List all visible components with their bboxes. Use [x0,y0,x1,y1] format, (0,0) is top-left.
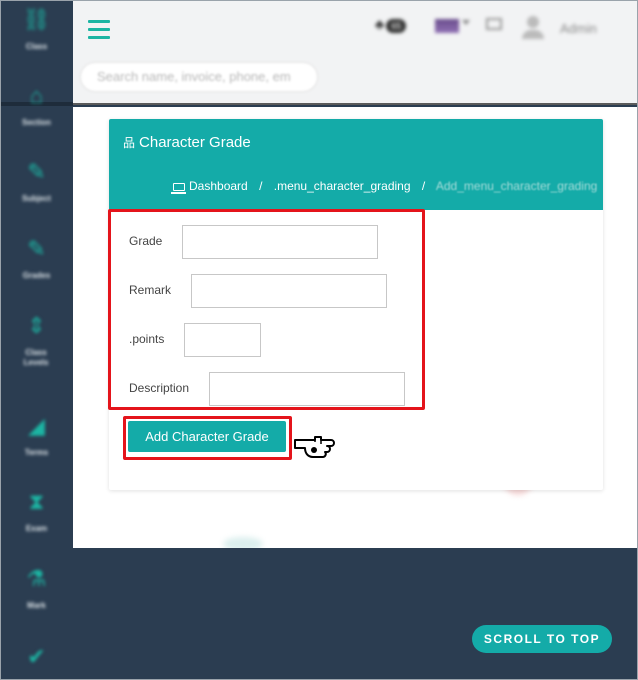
flask-icon: ⚗ [26,566,47,591]
notifications-button[interactable]: ♣ 65 [375,16,415,36]
edit-icon: ✎ [27,236,46,261]
sidebar-item-label: Mark [27,601,46,610]
sitemap-icon: 品 [123,136,136,150]
add-character-grade-button[interactable]: Add Character Grade [128,421,286,452]
breadcrumb-current: Add_menu_character_grading [435,179,598,193]
sidebar-item-class[interactable]: ⛓ Class [0,8,73,52]
sidebar-item-exam[interactable]: ⧗ Exam [0,490,73,534]
background-decoration [223,537,263,548]
sitemap-icon: ⛓ [22,7,51,32]
sidebar-item-label: Subject [22,194,51,203]
sidebar-item-label: Section [22,118,51,127]
main-content: 品 Character Grade Dashboard / .menu_chara… [73,107,638,548]
character-grade-card: 品 Character Grade Dashboard / .menu_chara… [108,119,603,490]
breadcrumb-dashboard[interactable]: Dashboard [189,179,248,193]
sidebar-item-check[interactable]: ✔ [0,645,73,669]
notification-badge: 65 [386,19,407,33]
sidebar-item-label: Terms [24,448,49,457]
avatar[interactable] [522,16,544,40]
scroll-to-top-button[interactable]: SCROLL TO TOP [472,625,612,653]
sidebar-item-label: Grades [22,271,51,280]
bell-icon: ♣ [375,16,385,32]
description-field[interactable] [209,372,405,406]
page-title-text: Character Grade [139,134,251,151]
remark-field[interactable] [191,274,387,308]
sidebar-item-label: Class [25,42,48,51]
sidebar-item-mark[interactable]: ⚗ Mark [0,567,73,611]
remark-label: Remark [129,283,172,297]
hourglass-icon: ⧗ [28,489,45,514]
sort-icon: ⇕ [27,313,46,338]
search-input[interactable]: Search name, invoice, phone, em [80,62,318,92]
points-field[interactable] [184,323,261,357]
laptop-icon [171,183,186,194]
sidebar-item-terms[interactable]: ◢ Terms [0,414,73,458]
menu-toggle-icon[interactable] [88,20,110,40]
user-name[interactable]: Admin [560,21,597,36]
mail-icon[interactable] [486,18,502,30]
sidebar-item-subject[interactable]: ✎ Subject [0,160,73,204]
points-label: .points [129,332,165,346]
chevron-down-icon[interactable] [462,20,470,25]
sidebar-item-grades[interactable]: ✎ Grades [0,237,73,281]
sidebar: ⛓ Class ⌂ Section ✎ Subject ✎ Grades ⇕ C… [0,0,73,680]
grade-field[interactable] [182,225,378,259]
description-label: Description [129,381,190,395]
sidebar-item-label: Exam [25,524,48,533]
language-flag-icon[interactable] [435,19,459,33]
grade-label: Grade [129,234,163,248]
top-header: ♣ 65 Admin Search name, invoice, phone, e… [73,0,638,105]
card-header: 品 Character Grade Dashboard / .menu_chara… [109,119,603,210]
home-icon: ⌂ [29,83,44,108]
sidebar-item-section[interactable]: ⌂ Section [0,84,73,128]
page-title: 品 Character Grade [123,134,251,151]
check-circle-icon: ✔ [27,644,46,669]
breadcrumb: Dashboard / .menu_character_grading / Ad… [171,179,598,194]
sidebar-item-class-levels[interactable]: ⇕ Class Levels [0,314,73,368]
sidebar-item-label: Class Levels [23,348,49,367]
edit-icon: ✎ [27,159,46,184]
pointing-hand-icon [294,436,335,458]
bar-chart-icon: ◢ [28,413,45,438]
breadcrumb-character-grading[interactable]: .menu_character_grading [274,179,411,193]
